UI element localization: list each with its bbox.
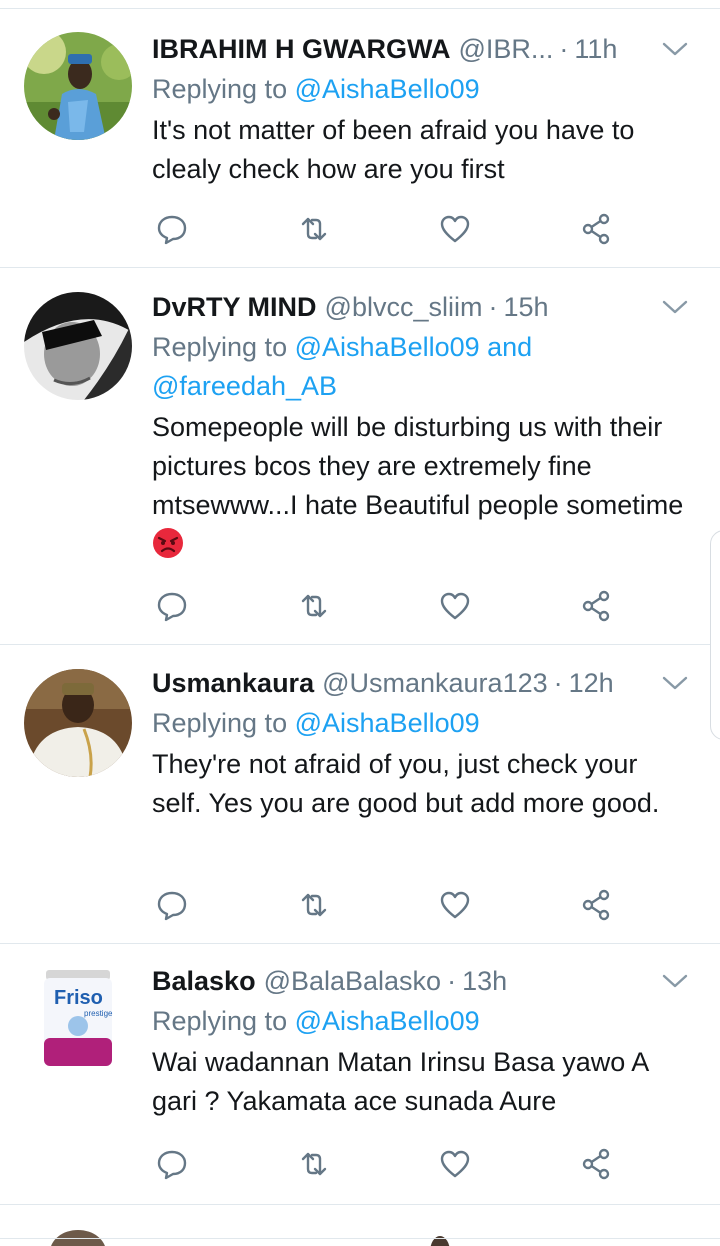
retweet-icon[interactable] [294,885,334,925]
share-icon[interactable] [576,586,616,626]
timestamp[interactable]: 12h [569,666,614,700]
tweet-item[interactable]: Friso prestige Balasko @BalaBalasko · 13… [0,944,720,1205]
tweet-header: DvRTY MIND @blvcc_sliim · 15h [152,290,690,324]
mention-link[interactable]: @AishaBello09 and [295,332,533,362]
man-in-blue-attire-avatar [24,32,132,140]
replying-to: Replying to @AishaBello09 [152,1002,690,1041]
friso-sub-label: prestige [84,1009,113,1018]
share-icon[interactable] [576,209,616,249]
reply-icon[interactable] [152,586,192,626]
display-name[interactable]: Balasko [152,964,256,998]
avatar[interactable] [24,292,132,400]
timestamp[interactable]: 15h [503,290,548,324]
share-icon[interactable] [576,885,616,925]
replying-label: Replying to [152,708,288,738]
mention-link[interactable]: @fareedah_AB [152,371,337,401]
man-in-white-robe-avatar [24,669,132,777]
tweet-text: Somepeople will be disturbing us with th… [152,408,690,564]
man-with-sunglasses-avatar [24,292,132,400]
angry-face-emoji [153,528,183,558]
chevron-down-icon[interactable] [660,290,690,324]
mention-link[interactable]: @AishaBello09 [295,1006,480,1036]
timestamp[interactable]: 11h [574,32,617,66]
tweet-actions [152,1144,622,1184]
tweet-text-body: Somepeople will be disturbing us with th… [152,412,684,520]
retweet-icon[interactable] [294,209,334,249]
tweet-actions [152,209,622,249]
separator-dot: · [447,966,457,996]
mention-link[interactable]: @AishaBello09 [295,74,480,104]
separator-dot: · [488,292,498,322]
tweet-item[interactable]: IBRAHIM H GWARGWA @IBR... · 11h Replying… [0,9,720,268]
user-handle[interactable]: @BalaBalasko [264,964,442,998]
friso-milk-tin-avatar: Friso prestige [24,964,132,1072]
avatar[interactable] [24,669,132,777]
replying-to: Replying to @AishaBello09 [152,704,690,743]
tweet-text: It's not matter of been afraid you have … [152,115,635,184]
avatar[interactable] [24,32,132,140]
tweet-item[interactable]: DvRTY MIND @blvcc_sliim · 15h Replying t… [0,268,720,645]
retweet-icon[interactable] [294,586,334,626]
display-name[interactable]: DvRTY MIND [152,290,317,324]
tweet-header: Usmankaura @Usmankaura123 · 12h [152,666,690,700]
user-handle[interactable]: @Usmankaura123 [322,666,548,700]
retweet-icon[interactable] [294,1144,334,1184]
display-name[interactable]: IBRAHIM H GWARGWA [152,32,450,66]
replying-to: Replying to @AishaBello09 and @fareedah_… [152,328,690,406]
tweet-header: IBRAHIM H GWARGWA @IBR... · 11h [152,32,690,66]
timestamp[interactable]: 13h [462,964,507,998]
tweet-actions [152,586,622,626]
mention-link[interactable]: @AishaBello09 [295,708,480,738]
user-handle[interactable]: @IBR... [458,32,553,66]
tweet-header: Balasko @BalaBalasko · 13h [152,964,690,998]
replying-label: Replying to [152,332,288,362]
chevron-down-icon[interactable] [660,666,690,700]
separator-dot: · [559,34,569,64]
reply-icon[interactable] [152,209,192,249]
share-icon[interactable] [576,1144,616,1184]
like-icon[interactable] [435,209,475,249]
replying-label: Replying to [152,74,288,104]
tweet-timeline: IBRAHIM H GWARGWA @IBR... · 11h Replying… [0,0,720,1246]
like-icon[interactable] [435,1144,475,1184]
chevron-down-icon[interactable] [660,964,690,998]
separator-dot: · [553,668,563,698]
like-icon[interactable] [435,586,475,626]
replying-to: Replying to @AishaBello09 [152,70,690,109]
reply-icon[interactable] [152,885,192,925]
tweet-text: They're not afraid of you, just check yo… [152,749,660,818]
avatar[interactable]: Friso prestige [24,964,132,1072]
friso-brand-label: Friso [54,987,103,1009]
next-tweet-peek [0,1222,720,1246]
replying-label: Replying to [152,1006,288,1036]
user-handle[interactable]: @blvcc_sliim [325,290,483,324]
reply-icon[interactable] [152,1144,192,1184]
tweet-text: Wai wadannan Matan Irinsu Basa yawo A ga… [152,1047,648,1116]
chevron-down-icon[interactable] [660,32,690,66]
tweet-actions [152,885,622,925]
scroll-edge-handle[interactable] [710,530,720,740]
like-icon[interactable] [435,885,475,925]
display-name[interactable]: Usmankaura [152,666,314,700]
tweet-item[interactable]: Usmankaura @Usmankaura123 · 12h Replying… [0,645,720,944]
